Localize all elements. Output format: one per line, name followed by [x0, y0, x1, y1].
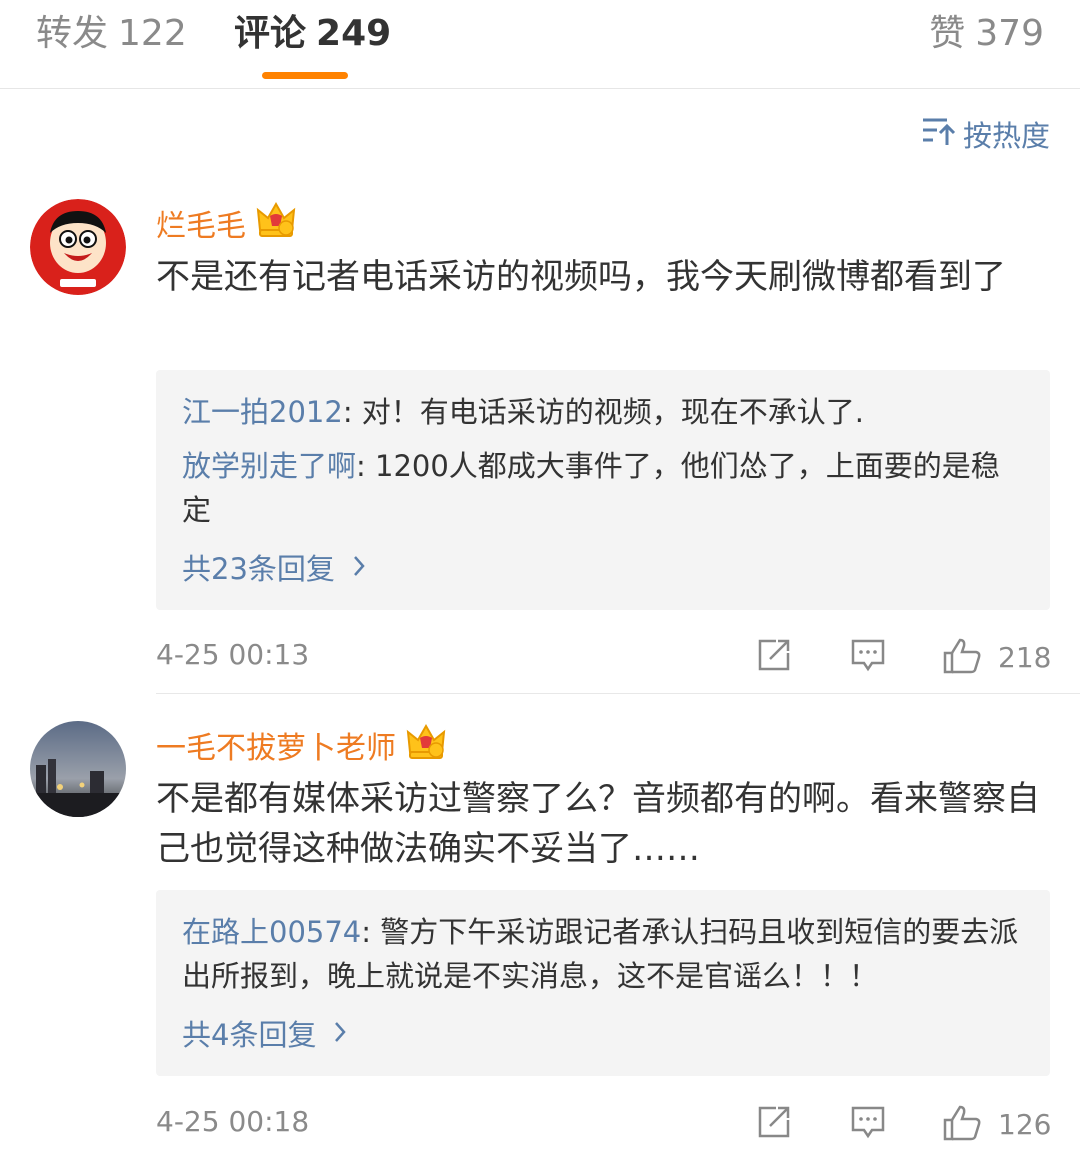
- tab-comment[interactable]: 评论 249: [234, 12, 391, 56]
- more-replies-link[interactable]: 共23条回复: [182, 546, 365, 588]
- thumbs-up-icon: [942, 637, 982, 679]
- tab-repost[interactable]: 转发 122: [36, 12, 187, 56]
- divider: [156, 693, 1080, 694]
- reply-username[interactable]: 在路上00574: [182, 915, 361, 949]
- comment-icon[interactable]: [850, 637, 886, 677]
- like-button[interactable]: 126: [942, 1104, 1051, 1146]
- tab-like-label: 赞: [929, 13, 966, 54]
- tab-comment-label: 评论: [234, 13, 307, 54]
- replies-box[interactable]: 江一拍2012: 对！有电话采访的视频，现在不承认了. 放学别走了啊: 1200…: [156, 370, 1050, 610]
- more-replies-label: 共23条回复: [182, 552, 335, 586]
- like-count: 218: [998, 641, 1052, 674]
- avatar[interactable]: [30, 721, 126, 817]
- chevron-right-icon: [335, 550, 365, 584]
- comment-icon[interactable]: [850, 1104, 886, 1144]
- reply-username[interactable]: 放学别走了啊: [182, 449, 356, 483]
- reply-item: 江一拍2012: 对！有电话采访的视频，现在不承认了.: [182, 390, 1022, 434]
- replies-box[interactable]: 在路上00574: 警方下午采访跟记者承认扫码且收到短信的要去派出所报到，晚上就…: [156, 890, 1050, 1076]
- like-count: 126: [998, 1108, 1052, 1141]
- comment-text: 不是还有记者电话采访的视频吗，我今天刷微博都看到了: [156, 257, 1006, 297]
- active-tab-indicator: [262, 72, 348, 79]
- more-replies-link[interactable]: 共4条回复: [182, 1012, 347, 1054]
- vip-crown-icon[interactable]: [256, 200, 296, 246]
- reply-username[interactable]: 江一拍2012: [182, 395, 343, 429]
- share-icon[interactable]: [756, 637, 792, 677]
- tab-bar: 转发 122 评论 249 赞 379: [0, 0, 1080, 89]
- chevron-right-icon: [316, 1016, 347, 1050]
- sort-button[interactable]: 按热度: [921, 114, 1050, 154]
- comment-time: 4-25 00:13: [156, 638, 310, 671]
- share-icon[interactable]: [756, 1104, 792, 1144]
- tab-like-count: 379: [975, 13, 1044, 54]
- tab-repost-label: 转发: [36, 13, 109, 54]
- avatar[interactable]: [30, 199, 126, 295]
- like-button[interactable]: 218: [942, 637, 1051, 679]
- tab-like[interactable]: 赞 379: [929, 12, 1044, 56]
- username[interactable]: 烂毛毛: [156, 201, 246, 245]
- tab-repost-count: 122: [118, 13, 187, 54]
- comment-meta: 4-25 00:18 126: [156, 1100, 1051, 1146]
- vip-crown-icon[interactable]: [406, 722, 446, 768]
- comment-text: 不是都有媒体采访过警察了么？音频都有的啊。看来警察自己也觉得这种做法确实不妥当了…: [156, 779, 1040, 869]
- more-replies-label: 共4条回复: [182, 1018, 317, 1052]
- comment-header: 烂毛毛: [156, 200, 296, 246]
- reply-item: 放学别走了啊: 1200人都成大事件了，他们怂了，上面要的是稳定: [182, 444, 1022, 532]
- comment-time: 4-25 00:18: [156, 1105, 310, 1138]
- reply-item: 在路上00574: 警方下午采访跟记者承认扫码且收到短信的要去派出所报到，晚上就…: [182, 910, 1022, 998]
- thumbs-up-icon: [942, 1104, 982, 1146]
- comment-header: 一毛不拔萝卜老师: [156, 722, 446, 768]
- tab-comment-count: 249: [316, 13, 392, 54]
- reply-text: : 对！有电话采访的视频，现在不承认了.: [342, 395, 865, 429]
- comment-meta: 4-25 00:13 218: [156, 633, 1051, 679]
- sort-label: 按热度: [962, 119, 1050, 153]
- username[interactable]: 一毛不拔萝卜老师: [156, 723, 396, 767]
- sort-icon: [921, 115, 963, 154]
